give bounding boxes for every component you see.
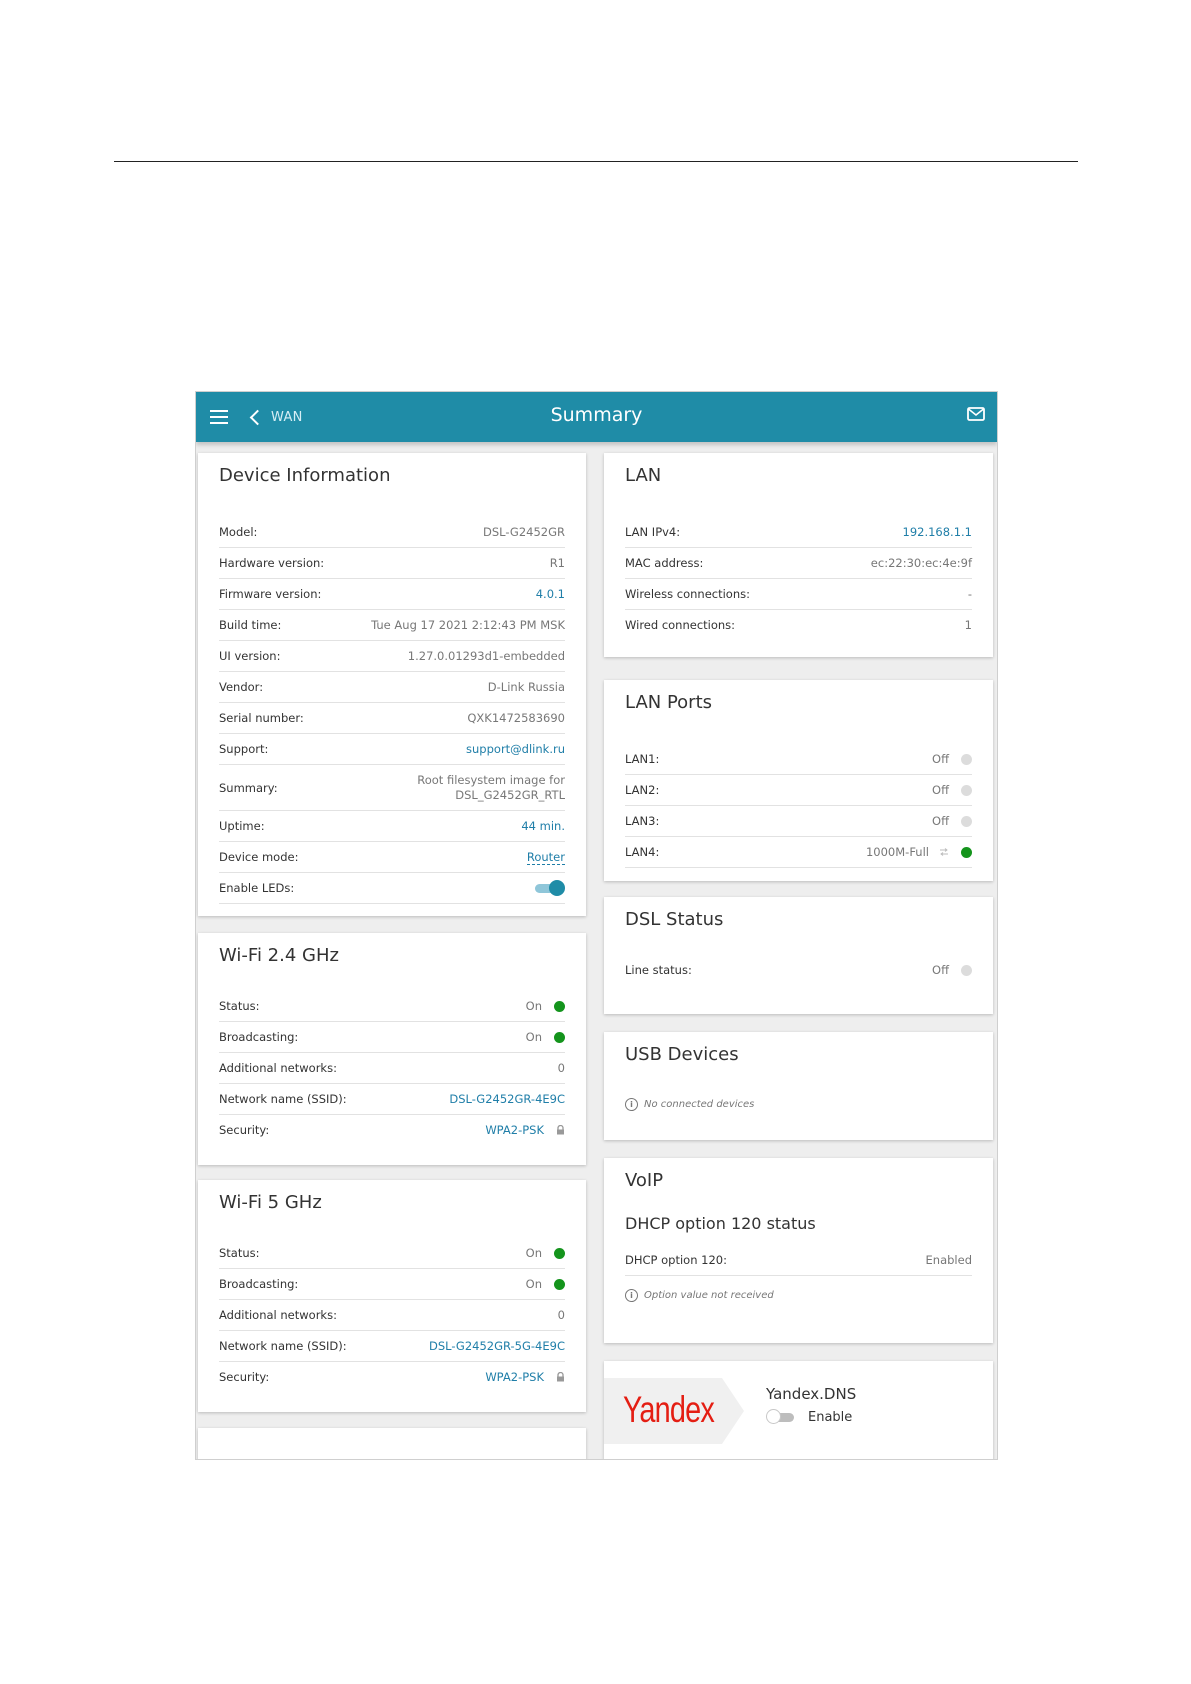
- wifi24-ssid-link[interactable]: DSL-G2452GR-4E9C: [449, 1092, 565, 1106]
- lock-icon: [557, 1125, 564, 1135]
- card-title: Device Information: [219, 465, 391, 486]
- card-title: LAN Ports: [625, 692, 713, 713]
- card-title: Wi-Fi 5 GHz: [219, 1192, 322, 1213]
- next-card-partial: [198, 1428, 586, 1459]
- yandex-enable-label: Enable: [808, 1409, 853, 1425]
- status-off-indicator: [961, 815, 972, 827]
- vendor-row: Vendor: D-Link Russia: [219, 672, 565, 703]
- lan-ipv4-row: LAN IPv4: 192.168.1.1: [625, 517, 972, 548]
- wifi-24-card: Wi-Fi 2.4 GHz Status: On Broadcasting: On …: [198, 933, 586, 1165]
- device-mode-row: Device mode: Router: [219, 842, 565, 873]
- voip-note: i Option value not received: [625, 1289, 774, 1302]
- status-on-indicator: [554, 1278, 565, 1290]
- yandex-dns-title: Yandex.DNS: [766, 1385, 857, 1403]
- wifi24-security-link[interactable]: WPA2-PSK: [485, 1123, 544, 1137]
- voip-card: VoIP DHCP option 120 status DHCP option …: [604, 1158, 993, 1343]
- card-title: VoIP: [625, 1170, 664, 1191]
- wifi5-security-link[interactable]: WPA2-PSK: [485, 1370, 544, 1384]
- voip-subtitle: DHCP option 120 status: [625, 1214, 816, 1233]
- support-email-link[interactable]: support@dlink.ru: [466, 742, 565, 756]
- status-off-indicator: [961, 784, 972, 796]
- top-bar: WAN Summary: [196, 392, 997, 442]
- wifi-5-card: Wi-Fi 5 GHz Status: On Broadcasting: On Ad…: [198, 1180, 586, 1412]
- lan2-row: LAN2: Off: [625, 775, 972, 806]
- duplex-arrows-icon: [940, 848, 948, 856]
- uptime-row: Uptime: 44 min.: [219, 811, 565, 842]
- lan-ports-card: LAN Ports LAN1: Off LAN2: Off LAN3: Off LAN…: [604, 680, 993, 881]
- status-on-indicator: [554, 1247, 565, 1259]
- wifi24-ssid-row: Network name (SSID): DSL-G2452GR-4E9C: [219, 1084, 565, 1115]
- usb-note: i No connected devices: [625, 1098, 754, 1111]
- wifi24-additional-row: Additional networks: 0: [219, 1053, 565, 1084]
- wireless-connections-row: Wireless connections: -: [625, 579, 972, 610]
- yandex-dns-card: Yandex Yandex.DNS Enable: [604, 1361, 993, 1459]
- lan-card: LAN LAN IPv4: 192.168.1.1 MAC address: ec:…: [604, 453, 993, 657]
- dsl-status-card: DSL Status Line status: Off: [604, 897, 993, 1014]
- device-information-card: Device Information Model: DSL-G2452GR Har…: [198, 453, 586, 916]
- support-row: Support: support@dlink.ru: [219, 734, 565, 765]
- yandex-enable-row: Enable: [766, 1409, 852, 1425]
- card-title: LAN: [625, 465, 662, 486]
- summary-row: Summary: Root filesystem image for DSL_G24…: [219, 765, 565, 811]
- wifi5-additional-row: Additional networks: 0: [219, 1300, 565, 1331]
- enable-leds-toggle[interactable]: [535, 880, 565, 896]
- lan4-row: LAN4: 1000M-Full: [625, 837, 972, 868]
- status-off-indicator: [961, 964, 972, 976]
- model-value: DSL-G2452GR: [482, 525, 565, 539]
- info-icon: i: [625, 1098, 638, 1111]
- line-status-row: Line status: Off: [625, 955, 972, 985]
- serial-number-row: Serial number: QXK1472583690: [219, 703, 565, 734]
- wifi5-security-row: Security: WPA2-PSK: [219, 1362, 565, 1392]
- status-on-indicator: [554, 1000, 565, 1012]
- device-mode-link[interactable]: Router: [526, 850, 565, 865]
- firmware-version-link[interactable]: 4.0.1: [536, 587, 565, 601]
- info-icon: i: [625, 1289, 638, 1302]
- firmware-version-row: Firmware version: 4.0.1: [219, 579, 565, 610]
- status-on-indicator: [554, 1031, 565, 1043]
- lan-ipv4-link[interactable]: 192.168.1.1: [903, 525, 973, 539]
- hardware-version-row: Hardware version: R1: [219, 548, 565, 579]
- wifi24-broadcasting-row: Broadcasting: On: [219, 1022, 565, 1053]
- ui-version-row: UI version: 1.27.0.01293d1-embedded: [219, 641, 565, 672]
- page-top-rule: [114, 161, 1078, 162]
- yandex-logo: Yandex: [623, 1389, 715, 1430]
- wifi24-security-row: Security: WPA2-PSK: [219, 1115, 565, 1145]
- page-title: Summary: [550, 404, 643, 426]
- card-title: Wi-Fi 2.4 GHz: [219, 945, 339, 966]
- lan1-row: LAN1: Off: [625, 744, 972, 775]
- wifi24-status-row: Status: On: [219, 991, 565, 1022]
- build-time-row: Build time: Tue Aug 17 2021 2:12:43 PM MS…: [219, 610, 565, 641]
- enable-leds-row: Enable LEDs:: [219, 873, 565, 904]
- mac-address-row: MAC address: ec:22:30:ec:4e:9f: [625, 548, 972, 579]
- lock-icon: [557, 1372, 564, 1382]
- status-off-indicator: [961, 753, 972, 765]
- mail-icon[interactable]: [967, 407, 985, 421]
- model-row: Model: DSL-G2452GR: [219, 517, 565, 548]
- card-title: USB Devices: [625, 1044, 739, 1065]
- router-ui-screenshot: WAN Summary Device Information Model: DSL…: [195, 391, 998, 1460]
- wifi5-ssid-link[interactable]: DSL-G2452GR-5G-4E9C: [429, 1339, 565, 1353]
- status-on-indicator: [961, 846, 972, 858]
- yandex-dns-enable-toggle[interactable]: [766, 1409, 796, 1425]
- lan3-row: LAN3: Off: [625, 806, 972, 837]
- wifi5-broadcasting-row: Broadcasting: On: [219, 1269, 565, 1300]
- wifi5-ssid-row: Network name (SSID): DSL-G2452GR-5G-4E9C: [219, 1331, 565, 1362]
- dhcp-option-120-row: DHCP option 120: Enabled: [625, 1245, 972, 1276]
- card-title: DSL Status: [625, 909, 724, 930]
- wired-connections-row: Wired connections: 1: [625, 618, 972, 632]
- wifi5-status-row: Status: On: [219, 1238, 565, 1269]
- usb-devices-card: USB Devices i No connected devices: [604, 1032, 993, 1140]
